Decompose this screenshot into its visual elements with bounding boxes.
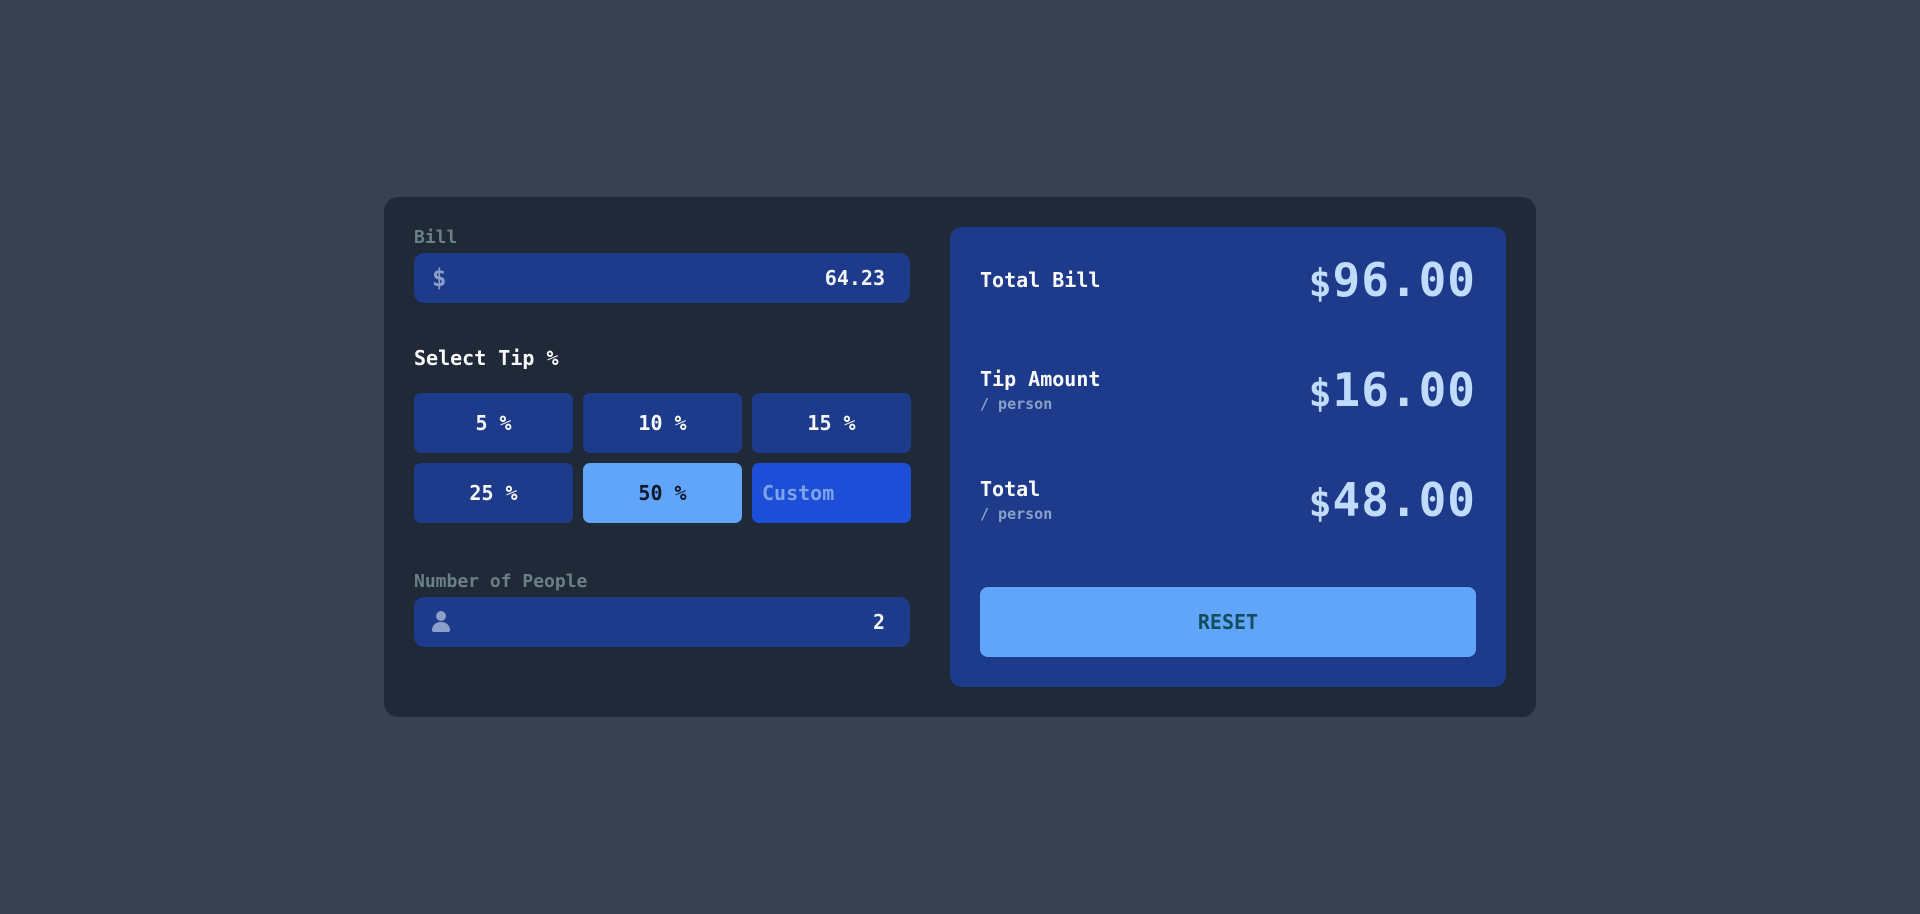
tip-calculator-card: Bill $ 64.23 Select Tip % 5 % 10 % 15 % … [384,197,1536,717]
tip-amount: $16.00 [1309,363,1476,417]
results-panel: Total Bill $96.00 Tip Amount / person $1… [950,227,1506,687]
input-panel: Bill $ 64.23 Select Tip % 5 % 10 % 15 % … [414,227,911,647]
person-icon [432,611,450,633]
bill-input[interactable]: $ 64.23 [414,253,910,303]
total-bill-row: Total Bill $96.00 [980,253,1476,307]
tip-amount-currency: $ [1308,371,1333,415]
total-value: 48.00 [1332,473,1476,527]
tip-amount-row: Tip Amount / person $16.00 [980,363,1476,417]
total-per-person: / person [980,505,1053,523]
people-value[interactable]: 2 [873,610,885,634]
total-bill-value: 96.00 [1332,253,1476,307]
people-input[interactable]: 2 [414,597,910,647]
total-amount: $48.00 [1309,473,1476,527]
total-row: Total / person $48.00 [980,473,1476,527]
tip-amount-label: Tip Amount [980,367,1101,391]
dollar-icon: $ [432,264,447,292]
total-bill-currency: $ [1308,261,1333,305]
tip-button-15[interactable]: 15 % [752,393,911,453]
tip-options: 5 % 10 % 15 % 25 % 50 % Custom [414,393,911,523]
bill-label: Bill [414,227,458,248]
people-label: Number of People [414,571,588,592]
tip-button-10[interactable]: 10 % [583,393,742,453]
custom-tip-input[interactable]: Custom [752,463,911,523]
tip-amount-per-person: / person [980,395,1053,413]
tip-amount-value: 16.00 [1332,363,1476,417]
total-label: Total [980,477,1041,501]
total-bill-amount: $96.00 [1309,253,1476,307]
bill-value[interactable]: 64.23 [825,266,885,290]
tip-button-50[interactable]: 50 % [583,463,742,523]
tip-button-5[interactable]: 5 % [414,393,573,453]
total-bill-label: Total Bill [980,268,1101,292]
tip-button-25[interactable]: 25 % [414,463,573,523]
select-tip-title: Select Tip % [414,346,559,370]
total-currency: $ [1308,481,1333,525]
reset-button[interactable]: RESET [980,587,1476,657]
